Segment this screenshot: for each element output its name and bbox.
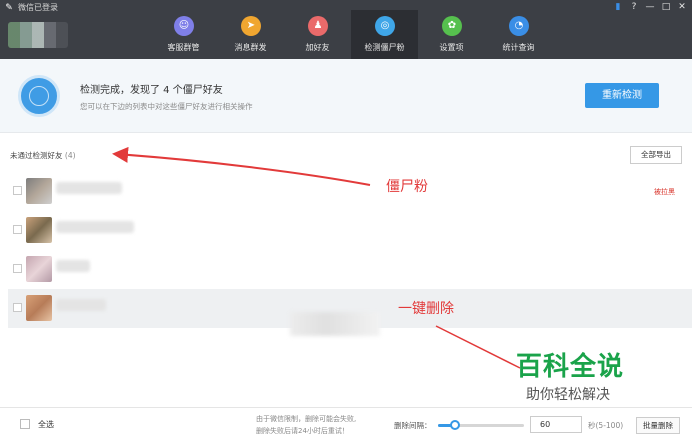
interval-slider[interactable] bbox=[438, 420, 524, 430]
user-avatar[interactable] bbox=[8, 22, 68, 48]
status-title: 检测完成，发现了 4 个僵尸好友 bbox=[80, 85, 223, 96]
friend-name bbox=[56, 182, 122, 194]
batch-delete-button[interactable]: 批量删除 bbox=[636, 417, 680, 434]
interval-unit: 秒(5-100) bbox=[588, 421, 624, 430]
avatar bbox=[26, 217, 52, 243]
select-all-checkbox[interactable] bbox=[20, 419, 30, 429]
detection-status-panel: 检测完成，发现了 4 个僵尸好友 您可以在下边的列表中对这些僵尸好友进行相关操作… bbox=[0, 59, 692, 133]
failed-friends-count: (4) bbox=[64, 151, 76, 160]
row-checkbox[interactable] bbox=[13, 303, 22, 312]
recheck-button[interactable]: 重新检测 bbox=[585, 83, 659, 108]
gear-icon: ✿ bbox=[442, 16, 462, 36]
main-nav: ☺ 客服群管 ➤ 消息群发 ♟ 加好友 ◎ 检测僵尸粉 ✿ 设置项 ◔ 统计查询 bbox=[150, 10, 552, 59]
app-header: ✎ 微信已登录 ▮ ? — □ ✕ ☺ 客服群管 ➤ 消息群发 ♟ 加好友 ◎ … bbox=[0, 0, 692, 59]
blurred-content bbox=[290, 312, 380, 336]
row-checkbox[interactable] bbox=[13, 186, 22, 195]
footer-bar: 全选 由于微信限制，删除可能会失败, 删除失败后请24小时后重试！ 删除间隔： … bbox=[0, 407, 692, 440]
radar-icon bbox=[18, 75, 60, 117]
blocked-tag: 被拉黑 bbox=[654, 188, 675, 196]
annotation-line bbox=[435, 325, 521, 369]
avatar bbox=[26, 256, 52, 282]
delete-annotation: 一键删除 bbox=[398, 301, 454, 317]
nav-label: 统计查询 bbox=[502, 43, 535, 52]
select-all-label[interactable]: 全选 bbox=[38, 419, 54, 430]
list-item[interactable] bbox=[8, 250, 692, 289]
nav-label: 消息群发 bbox=[234, 43, 267, 52]
list-header: 未通过检测好友 (4) 全部导出 bbox=[0, 144, 692, 166]
avatar bbox=[26, 295, 52, 321]
nav-item-settings[interactable]: ✿ 设置项 bbox=[418, 10, 485, 59]
close-icon[interactable]: ✕ bbox=[676, 1, 688, 14]
paper-plane-icon: ➤ bbox=[241, 16, 261, 36]
maximize-icon[interactable]: □ bbox=[660, 1, 672, 14]
friend-name bbox=[56, 221, 134, 233]
nav-item-broadcast[interactable]: ➤ 消息群发 bbox=[217, 10, 284, 59]
watermark-title: 百科全说 bbox=[516, 352, 625, 382]
book-icon[interactable]: ▮ bbox=[612, 1, 624, 14]
avatar bbox=[26, 178, 52, 204]
export-all-button[interactable]: 全部导出 bbox=[630, 146, 682, 164]
failed-friends-text: 未通过检测好友 bbox=[10, 151, 63, 160]
friend-name bbox=[56, 299, 106, 311]
nav-label: 设置项 bbox=[439, 43, 464, 52]
failed-friends-label: 未通过检测好友 (4) bbox=[10, 150, 76, 161]
app-logo-icon: ✎ bbox=[5, 3, 13, 13]
interval-label: 删除间隔： bbox=[394, 421, 432, 430]
list-item[interactable] bbox=[8, 211, 692, 250]
nav-item-service-group[interactable]: ☺ 客服群管 bbox=[150, 10, 217, 59]
headset-icon: ☺ bbox=[174, 16, 194, 36]
minimize-icon[interactable]: — bbox=[644, 1, 656, 14]
interval-input[interactable]: 60 bbox=[530, 416, 582, 433]
nav-item-detect-zombie[interactable]: ◎ 检测僵尸粉 bbox=[351, 10, 418, 59]
add-user-icon: ♟ bbox=[308, 16, 328, 36]
status-subtitle: 您可以在下边的列表中对这些僵尸好友进行相关操作 bbox=[80, 102, 253, 111]
nav-label: 客服群管 bbox=[167, 43, 200, 52]
detect-icon: ◎ bbox=[375, 16, 395, 36]
row-checkbox[interactable] bbox=[13, 264, 22, 273]
window-title: 微信已登录 bbox=[18, 3, 58, 12]
nav-label: 加好友 bbox=[305, 43, 330, 52]
help-icon[interactable]: ? bbox=[628, 1, 640, 14]
nav-item-add-friend[interactable]: ♟ 加好友 bbox=[284, 10, 351, 59]
list-item[interactable]: 被拉黑 bbox=[8, 172, 692, 211]
zombie-annotation: 僵尸粉 bbox=[386, 179, 428, 195]
limit-note-line1: 由于微信限制，删除可能会失败, bbox=[256, 415, 357, 423]
nav-label: 检测僵尸粉 bbox=[364, 43, 405, 52]
pie-chart-icon: ◔ bbox=[509, 16, 529, 36]
watermark-subtitle: 助你轻松解决 bbox=[526, 387, 610, 403]
nav-item-statistics[interactable]: ◔ 统计查询 bbox=[485, 10, 552, 59]
zombie-friend-list: 被拉黑 bbox=[8, 172, 692, 328]
window-controls: ▮ ? — □ ✕ bbox=[612, 1, 688, 14]
limit-note-line2: 删除失败后请24小时后重试！ bbox=[256, 427, 349, 435]
row-checkbox[interactable] bbox=[13, 225, 22, 234]
slider-handle[interactable] bbox=[450, 420, 461, 430]
friend-name bbox=[56, 260, 90, 272]
